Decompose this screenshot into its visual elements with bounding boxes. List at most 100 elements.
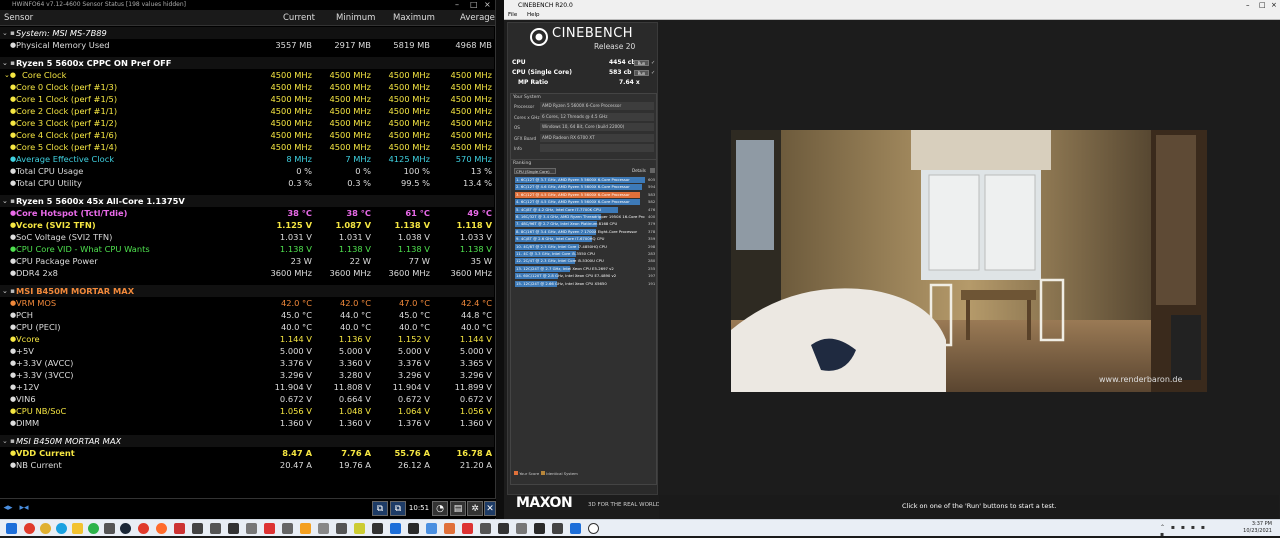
- sensor-header[interactable]: Sensor: [4, 10, 33, 26]
- collapse-toggle-icon[interactable]: ⌄ ▪: [2, 57, 15, 69]
- app-icon[interactable]: [480, 523, 491, 534]
- app-icon[interactable]: [354, 523, 365, 534]
- sensor-row[interactable]: ● Core 5 Clock (perf #1/4) 4500 MHz 4500 MH…: [0, 141, 494, 153]
- sensor-row[interactable]: ● DIMM 1.360 V 1.360 V 1.376 V 1.360 V: [0, 417, 494, 429]
- ranking-select[interactable]: CPU (Single Core): [514, 168, 556, 174]
- minimize-icon[interactable]: –: [455, 0, 459, 10]
- app-icon[interactable]: [444, 523, 455, 534]
- steam-icon[interactable]: [120, 523, 131, 534]
- app-icon[interactable]: [426, 523, 437, 534]
- sensor-row[interactable]: ● +3.3V (3VCC) 3.296 V 3.280 V 3.296 V 3.296 …: [0, 369, 494, 381]
- sensor-row[interactable]: ● Total CPU Usage 0 % 0 % 100 % 13 %: [0, 165, 494, 177]
- sensor-row[interactable]: ● Core Hotspot (Tctl/Tdie) 38 °C 38 °C 61 °C…: [0, 207, 494, 219]
- app-icon[interactable]: [318, 523, 329, 534]
- app-icon[interactable]: [282, 523, 293, 534]
- nav-left-icon[interactable]: ◂▸: [2, 501, 14, 516]
- clone-icon[interactable]: ⧉: [390, 501, 406, 516]
- ranking-row[interactable]: 8. 8C/16T @ 3.4 GHz, AMD Ryzen 7 1700X E…: [515, 228, 655, 236]
- app-icon[interactable]: [516, 523, 527, 534]
- folder-icon[interactable]: [72, 523, 83, 534]
- minimum-header[interactable]: Minimum: [336, 10, 375, 26]
- close-sensors-icon[interactable]: ✕: [484, 501, 496, 516]
- current-header[interactable]: Current: [283, 10, 315, 26]
- maximize-icon[interactable]: □: [470, 0, 478, 10]
- sensor-row[interactable]: ● CPU (PECI) 40.0 °C 40.0 °C 40.0 °C 40.0 °C: [0, 321, 494, 333]
- tray-icons[interactable]: ⌃ ▪ ▪ ▪ ▪ ▪: [1160, 524, 1210, 538]
- sensor-row[interactable]: ● Vcore (SVI2 TFN) 1.125 V 1.087 V 1.138 V 1.…: [0, 219, 494, 231]
- ranking-row[interactable]: 2. 6C/12T @ 4.6 GHz, AMD Ryzen 5 5600X 6…: [515, 184, 655, 191]
- average-header[interactable]: Average: [460, 10, 495, 26]
- close-icon[interactable]: ×: [484, 0, 491, 10]
- maximum-header[interactable]: Maximum: [393, 10, 435, 26]
- sensor-row[interactable]: ● Vcore 1.144 V 1.136 V 1.152 V 1.144 V: [0, 333, 494, 345]
- sensor-row[interactable]: ● +12V 11.904 V 11.808 V 11.904 V 11.899 V: [0, 381, 494, 393]
- ranking-row[interactable]: 3. 6C/12T @ 4.5 GHz, AMD Ryzen 5 5600X 6…: [515, 191, 655, 199]
- store-icon[interactable]: [104, 523, 115, 534]
- run-button[interactable]: Run: [634, 70, 649, 76]
- start-icon[interactable]: [6, 523, 17, 534]
- sensor-row[interactable]: ● Core 3 Clock (perf #1/2) 4500 MHz 4500 MH…: [0, 117, 494, 129]
- network-icon[interactable]: ⧉: [372, 501, 388, 516]
- menu-help[interactable]: Help: [527, 12, 540, 18]
- ranking-row[interactable]: 10. 4C/8T @ 2.3 GHz, Intel Core i7-4850H…: [515, 243, 655, 251]
- firefox-icon[interactable]: [156, 523, 167, 534]
- sensor-group[interactable]: ⌄ ▪ Ryzen 5 5600x 45x All-Core 1.1375V: [0, 195, 494, 207]
- nav-right-icon[interactable]: ▸◂: [18, 501, 30, 516]
- run-button[interactable]: Run: [634, 60, 649, 66]
- app-icon[interactable]: [300, 523, 311, 534]
- edge-icon[interactable]: [56, 523, 67, 534]
- app-icon[interactable]: [336, 523, 347, 534]
- ranking-row[interactable]: 6. 16C/32T @ 3.4 GHz, AMD Ryzen Threadri…: [515, 214, 655, 221]
- sensor-row[interactable]: ● Core 2 Clock (perf #1/1) 4500 MHz 4500 MH…: [0, 105, 494, 117]
- app-icon[interactable]: [174, 523, 185, 534]
- details-toggle-icon[interactable]: [650, 168, 655, 173]
- app-icon[interactable]: [138, 523, 149, 534]
- app-icon[interactable]: [498, 523, 509, 534]
- menu-file[interactable]: File: [508, 12, 517, 18]
- app-icon[interactable]: [390, 523, 401, 534]
- sensor-row[interactable]: ● +3.3V (AVCC) 3.376 V 3.360 V 3.376 V 3.365 …: [0, 357, 494, 369]
- sensor-row[interactable]: ● SoC Voltage (SVI2 TFN) 1.031 V 1.031 V 1.0…: [0, 231, 494, 243]
- sensor-row[interactable]: ● CPU Core VID - What CPU Wants 1.138 V 1.1…: [0, 243, 494, 255]
- ranking-row[interactable]: 5. 4C/8T @ 4.2 GHz, Intel Core i7-7700K …: [515, 206, 655, 214]
- clock-icon[interactable]: ◔: [432, 501, 448, 516]
- collapse-toggle-icon[interactable]: ⌄ ▪: [2, 27, 15, 39]
- app-icon[interactable]: [264, 523, 275, 534]
- sensor-row[interactable]: ● Physical Memory Used 3557 MB 2917 MB 5819 …: [0, 39, 494, 51]
- app-icon[interactable]: [24, 523, 35, 534]
- ranking-row[interactable]: 14. 60C/120T @ 2.8 GHz, Intel Xeon CPU E…: [515, 273, 655, 280]
- app-icon[interactable]: [570, 523, 581, 534]
- sensor-row[interactable]: ● Average Effective Clock 8 MHz 7 MHz 4125 M…: [0, 153, 494, 165]
- xbox-icon[interactable]: [88, 523, 99, 534]
- app-icon[interactable]: [462, 523, 473, 534]
- details-button[interactable]: Details: [632, 168, 646, 173]
- app-icon[interactable]: [408, 523, 419, 534]
- sensor-row[interactable]: ● VRM MOS 42.0 °C 42.0 °C 47.0 °C 42.4 °C: [0, 297, 494, 309]
- collapse-toggle-icon[interactable]: ⌄ ▪: [2, 285, 15, 297]
- app-icon[interactable]: [192, 523, 203, 534]
- maximize-icon[interactable]: □: [1259, 0, 1266, 11]
- sensor-row[interactable]: ● +5V 5.000 V 5.000 V 5.000 V 5.000 V: [0, 345, 494, 357]
- sensor-row[interactable]: ● NB Current 20.47 A 19.76 A 26.12 A 21.20 A: [0, 459, 494, 471]
- sensor-row[interactable]: ● Core 1 Clock (perf #1/5) 4500 MHz 4500 MH…: [0, 93, 494, 105]
- ranking-row[interactable]: 7. 48C/96T @ 2.7 GHz, Intel Xeon Platinu…: [515, 221, 655, 228]
- ranking-row[interactable]: 1. 6C/12T @ 3.7 GHz, AMD Ryzen 5 5600X 6…: [515, 177, 655, 184]
- sensor-row[interactable]: ● Core 4 Clock (perf #1/6) 4500 MHz 4500 MH…: [0, 129, 494, 141]
- app-icon[interactable]: [228, 523, 239, 534]
- sensor-row[interactable]: ● VDD Current 8.47 A 7.76 A 55.76 A 16.78 A: [0, 447, 494, 459]
- sensor-row[interactable]: ● Total CPU Utility 0.3 % 0.3 % 99.5 % 13.4 %: [0, 177, 494, 189]
- ranking-row[interactable]: 15. 12C/24T @ 2.66 GHz, Intel Xeon CPU X…: [515, 280, 655, 288]
- sensor-group[interactable]: ⌄ ▪ MSI B450M MORTAR MAX: [0, 435, 494, 447]
- ranking-row[interactable]: 9. 4C/8T @ 2.6 GHz, Intel Core i7-6700HQ…: [515, 236, 655, 243]
- collapse-toggle-icon[interactable]: ⌄ ▪: [2, 435, 15, 447]
- ranking-row[interactable]: 11. 4C @ 3.3 GHz, Intel Core i5-3550 CPU…: [515, 251, 655, 258]
- ranking-row[interactable]: 13. 12C/24T @ 2.7 GHz, Intel Xeon CPU E5…: [515, 265, 655, 273]
- report-icon[interactable]: ▤: [450, 501, 466, 516]
- sensor-row[interactable]: ⌄● Core Clock 4500 MHz 4500 MHz 4500 MHz 4500…: [0, 69, 494, 81]
- app-icon[interactable]: [210, 523, 221, 534]
- app-icon[interactable]: [372, 523, 383, 534]
- clock[interactable]: 3:37 PM 10/23/2021: [1242, 521, 1272, 535]
- minimize-icon[interactable]: –: [1246, 0, 1250, 11]
- sensor-group[interactable]: ⌄ ▪ System: MSI MS-7B89: [0, 27, 494, 39]
- ranking-row[interactable]: 4. 6C/12T @ 4.5 GHz, AMD Ryzen 5 5600X 6…: [515, 199, 655, 206]
